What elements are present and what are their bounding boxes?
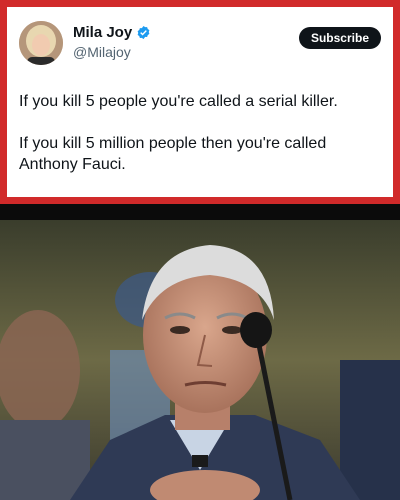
tweet-text: If you kill 5 people you're called a ser… [19, 91, 381, 175]
handle[interactable]: @Milajoy [73, 44, 131, 60]
avatar[interactable] [19, 21, 63, 65]
tweet-card: Mila Joy @Milajoy Subscribe If you kill … [7, 7, 393, 197]
tweet-frame: Mila Joy @Milajoy Subscribe If you kill … [0, 0, 400, 204]
name-row: Mila Joy [73, 24, 151, 41]
avatar-image [19, 21, 63, 65]
hearing-photo-illustration [0, 220, 400, 500]
verified-badge-icon [136, 25, 151, 40]
tweet-paragraph-2: If you kill 5 million people then you're… [19, 135, 327, 173]
tweet-paragraph-1: If you kill 5 people you're called a ser… [19, 93, 338, 110]
subscribe-button[interactable]: Subscribe [298, 27, 381, 49]
divider-strip [0, 204, 400, 220]
display-name[interactable]: Mila Joy [73, 24, 132, 41]
news-photo [0, 220, 400, 500]
